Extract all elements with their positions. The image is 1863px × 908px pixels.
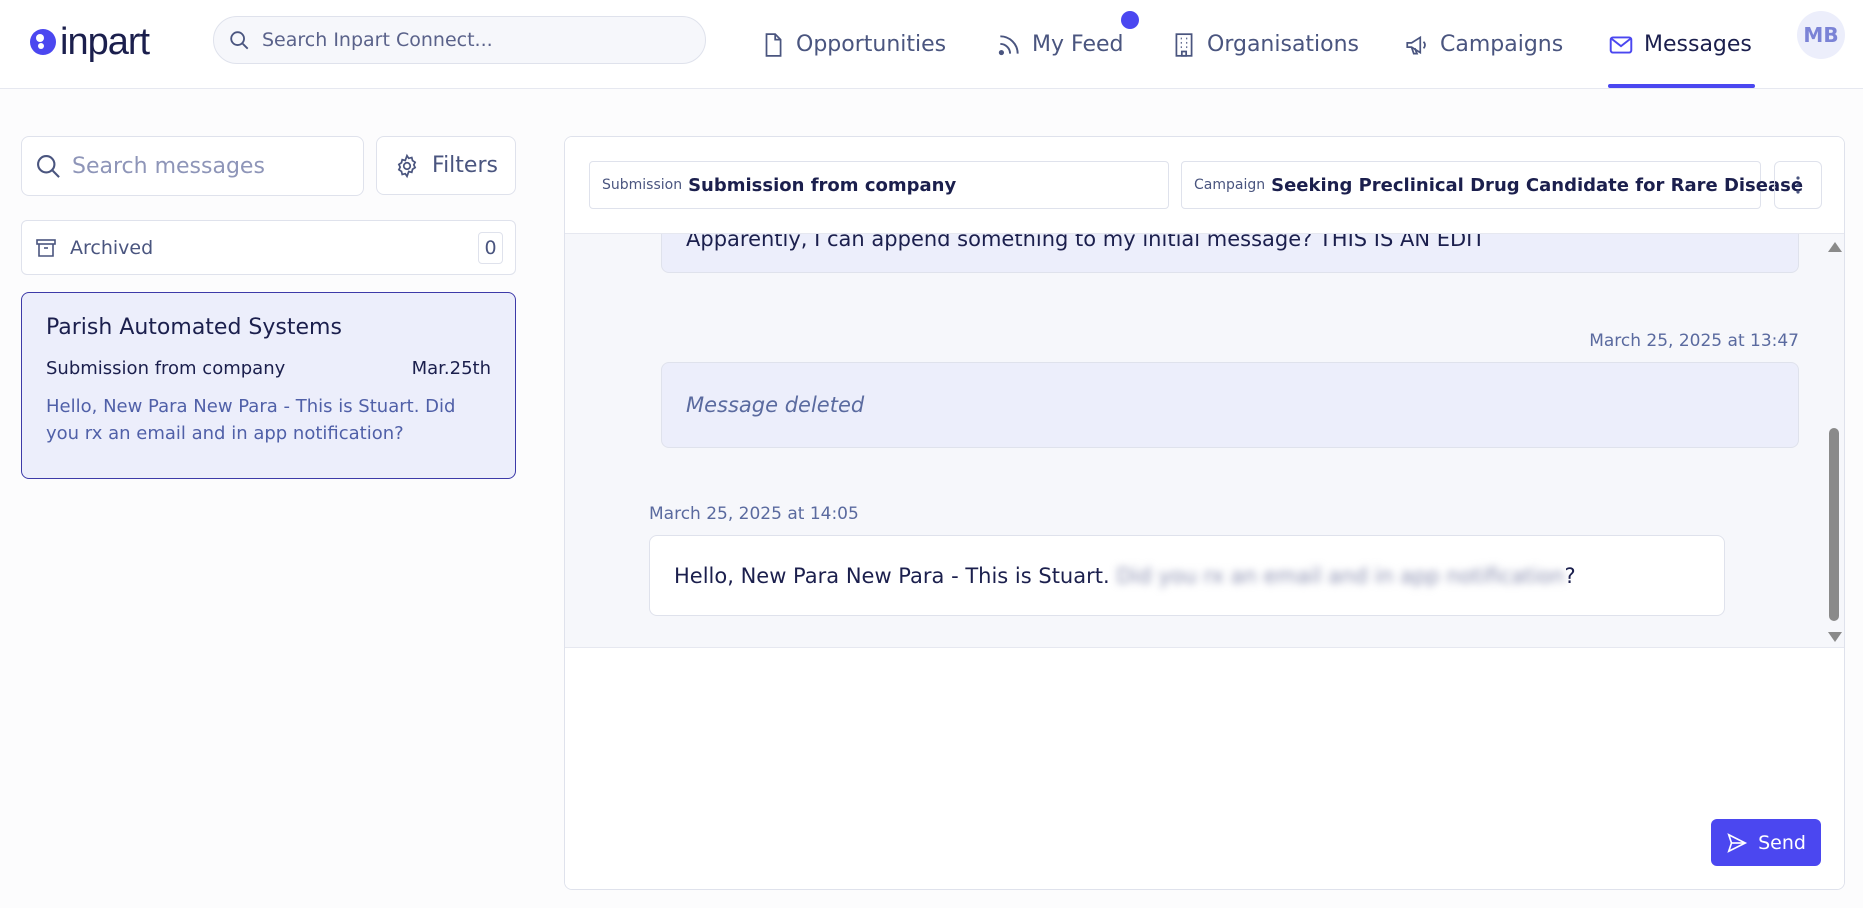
- campaign-tag-label: Campaign: [1194, 177, 1266, 193]
- thread-scrollbar[interactable]: [1826, 234, 1842, 647]
- message-thread[interactable]: Apparently, I can append something to my…: [565, 234, 1844, 648]
- conversation-title: Parish Automated Systems: [46, 315, 342, 340]
- nav-opportunities-label: Opportunities: [796, 32, 947, 57]
- message-composer: Send: [565, 649, 1844, 889]
- submission-tag-value: Submission from company: [688, 174, 957, 196]
- scroll-up-arrow-icon[interactable]: [1828, 242, 1842, 252]
- archive-box-icon: [36, 238, 56, 257]
- paper-plane-icon: [1727, 832, 1748, 853]
- kebab-menu-icon: [1796, 176, 1800, 194]
- message-bubble-received: Hello, New Para New Para - This is Stuar…: [649, 535, 1725, 616]
- conversation-date: Mar.25th: [411, 358, 491, 379]
- search-icon: [37, 155, 60, 178]
- filters-label: Filters: [432, 153, 498, 178]
- chat-header: Submission Submission from company Campa…: [565, 137, 1844, 234]
- conversation-preview: Hello, New Para New Para - This is Stuar…: [46, 396, 456, 444]
- message-text-blurred: Did you rx an email and in app notificat…: [1116, 563, 1565, 588]
- more-options-button[interactable]: [1774, 161, 1822, 209]
- user-avatar[interactable]: MB: [1797, 11, 1845, 59]
- message-bubble-deleted: Message deleted: [661, 362, 1799, 448]
- chat-panel: Submission Submission from company Campa…: [564, 136, 1845, 890]
- message-timestamp: March 25, 2025 at 13:47: [1589, 331, 1799, 351]
- archived-folder[interactable]: Archived 0: [21, 220, 516, 275]
- global-search-box[interactable]: [213, 16, 706, 64]
- message-bubble-sent: Apparently, I can append something to my…: [661, 234, 1799, 273]
- filters-button[interactable]: Filters: [376, 136, 516, 195]
- logo-mark-icon: [30, 29, 56, 55]
- nav-my-feed-label: My Feed: [1032, 32, 1124, 57]
- envelope-icon: [1609, 35, 1633, 54]
- message-deleted-text: Message deleted: [686, 393, 865, 417]
- megaphone-icon: [1406, 35, 1426, 55]
- campaign-tag-value: Seeking Preclinical Drug Candidate for R…: [1271, 174, 1804, 196]
- message-input[interactable]: [585, 665, 1685, 845]
- message-text-visible: Hello, New Para New Para - This is Stuar…: [674, 563, 1117, 588]
- send-label: Send: [1758, 831, 1806, 854]
- document-icon: [765, 32, 782, 57]
- send-button[interactable]: Send: [1711, 819, 1821, 866]
- nav-organisations-label: Organisations: [1207, 32, 1360, 57]
- campaign-tag[interactable]: Campaign Seeking Preclinical Drug Candid…: [1181, 161, 1803, 209]
- submission-tag-label: Submission: [602, 177, 683, 193]
- archived-label: Archived: [70, 236, 154, 259]
- archived-count-badge: 0: [478, 232, 503, 264]
- building-icon: [1175, 32, 1193, 57]
- conversation-list-item[interactable]: Parish Automated Systems Submission from…: [21, 292, 516, 479]
- nav-campaigns[interactable]: Campaigns: [1404, 0, 1563, 89]
- active-tab-indicator: [1608, 84, 1755, 88]
- feed-notification-dot: [1121, 11, 1139, 29]
- scroll-down-arrow-icon[interactable]: [1828, 632, 1842, 642]
- rss-feed-icon: [998, 34, 1019, 55]
- conversation-meta-row: Submission from company Mar.25th: [46, 358, 491, 379]
- logo-text: inpart: [60, 21, 150, 63]
- global-search-input[interactable]: [262, 29, 682, 51]
- message-text: Apparently, I can append something to my…: [686, 234, 1486, 251]
- message-timestamp: March 25, 2025 at 14:05: [649, 504, 859, 524]
- inpart-logo[interactable]: inpart: [30, 20, 150, 64]
- top-navigation-bar: inpart Opportunities My Feed Organisatio…: [0, 0, 1863, 89]
- nav-messages[interactable]: Messages: [1608, 0, 1752, 89]
- message-search-input[interactable]: [72, 153, 352, 179]
- nav-campaigns-label: Campaigns: [1440, 32, 1564, 57]
- submission-tag[interactable]: Submission Submission from company: [589, 161, 1169, 209]
- nav-opportunities[interactable]: Opportunities: [760, 0, 946, 89]
- message-text-end: ?: [1564, 563, 1576, 588]
- message-search-box[interactable]: [21, 136, 364, 196]
- gear-icon: [397, 153, 417, 178]
- conversation-subject: Submission from company: [46, 358, 286, 379]
- nav-my-feed[interactable]: My Feed: [996, 0, 1123, 89]
- scrollbar-thumb[interactable]: [1829, 428, 1839, 621]
- nav-organisations[interactable]: Organisations: [1171, 0, 1359, 89]
- search-icon: [230, 31, 249, 50]
- nav-messages-label: Messages: [1644, 32, 1752, 57]
